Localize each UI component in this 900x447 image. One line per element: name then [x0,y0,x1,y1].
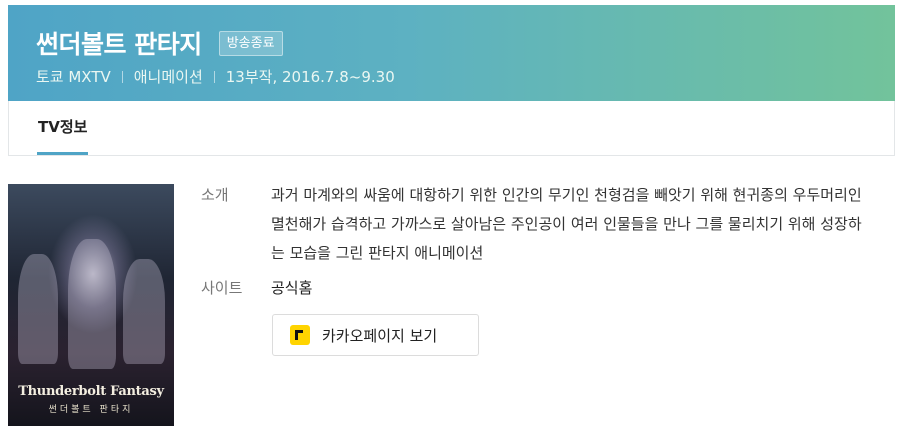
poster-image: Thunderbolt Fantasy 썬더볼트 판타지 [8,184,174,426]
synopsis-row: 소개 과거 마계와의 싸움에 대항하기 위한 인간의 무기인 천형검을 빼앗기 … [201,181,871,268]
tab-bar: TV정보 [8,101,895,156]
synopsis-label: 소개 [201,186,229,204]
kakaopage-button-label: 카카오페이지 보기 [322,326,438,345]
program-title: 썬더볼트 판타지 [36,30,202,59]
site-row: 사이트 공식홈 [201,274,871,303]
title-row: 썬더볼트 판타지 방송종료 [36,25,283,61]
poster-logo-english: Thunderbolt Fantasy [18,384,164,399]
meta-episodes-dates: 13부작, 2016.7.8~9.30 [225,68,395,86]
official-site-link[interactable]: 공식홈 [271,274,312,303]
poster-figure [123,259,165,364]
meta-divider [213,70,215,83]
program-info: 소개 과거 마계와의 싸움에 대항하기 위한 인간의 무기인 천형검을 빼앗기 … [201,181,871,309]
meta-divider [121,70,123,83]
poster-figure [68,239,116,369]
meta-channel: 토쿄 MXTV [36,68,111,86]
poster-logo-korean: 썬더볼트 판타지 [48,405,134,415]
kakaopage-icon [290,325,310,345]
poster-figure [18,254,58,364]
tab-tv-info-label: TV정보 [38,118,88,136]
program-header: 썬더볼트 판타지 방송종료 토쿄 MXTV 애니메이션 13부작, 2016.7… [8,5,895,101]
synopsis-text: 과거 마계와의 싸움에 대항하기 위한 인간의 무기인 천형검을 빼앗기 위해 … [271,186,862,262]
kakaopage-button[interactable]: 카카오페이지 보기 [272,314,479,356]
site-label: 사이트 [201,279,243,297]
meta-row: 토쿄 MXTV 애니메이션 13부작, 2016.7.8~9.30 [36,66,395,87]
active-tab-indicator [37,152,89,155]
tab-tv-info[interactable]: TV정보 [37,101,89,155]
meta-genre: 애니메이션 [133,68,203,86]
status-badge: 방송종료 [218,30,283,56]
